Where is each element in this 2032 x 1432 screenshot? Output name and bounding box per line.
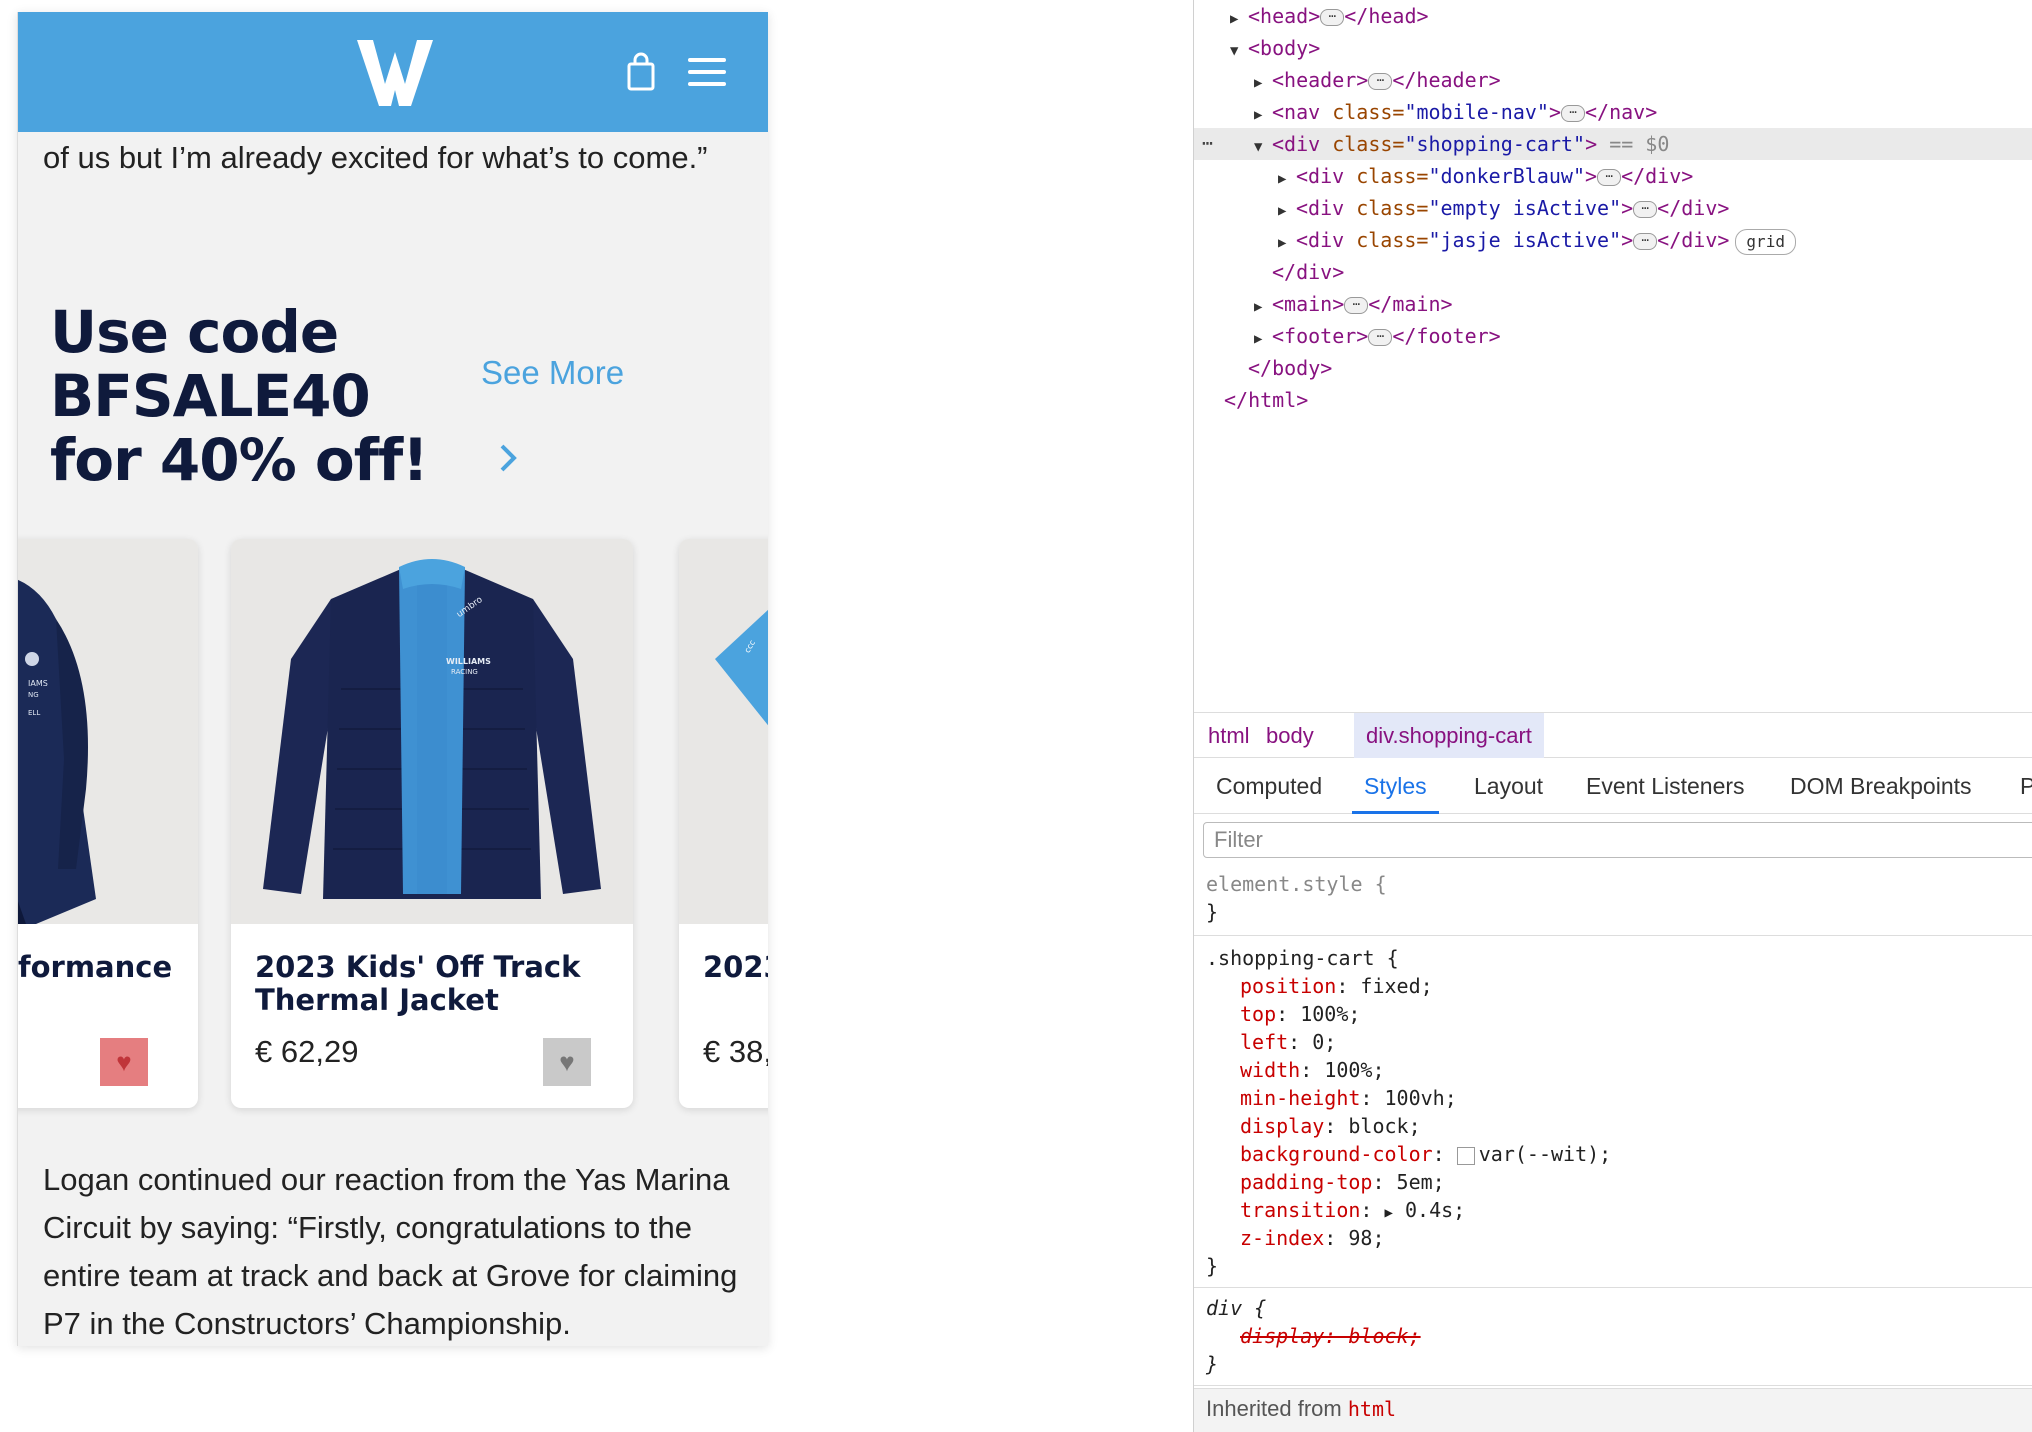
product-card[interactable]: ccc 2023 Jerse € 38, [679, 539, 768, 1108]
rule-selector[interactable]: .shopping-cart { [1206, 944, 1399, 972]
svg-text:WILLIAMS: WILLIAMS [446, 657, 491, 666]
tab-event-listeners[interactable]: Event Listeners [1586, 758, 1745, 814]
dom-node-html-close: </html> [1224, 388, 1309, 412]
hamburger-menu-icon[interactable] [688, 58, 726, 88]
breadcrumb: html body div.shopping-cart [1194, 712, 2032, 758]
dom-node-empty[interactable]: ▶ <div class="empty isActive"> ⋯ </div> [1194, 192, 2032, 224]
favorite-heart-icon[interactable]: ♥ [100, 1038, 148, 1086]
dom-node-donkerblauw[interactable]: ▶ <div class="donkerBlauw"> ⋯ </div> [1194, 160, 2032, 192]
tab-more[interactable]: P [2020, 758, 2032, 814]
declaration[interactable]: position: fixed; [1240, 972, 1433, 1000]
product-name[interactable]: 2023 Kids' Off Track Thermal Jacket [255, 951, 595, 1017]
expand-triangle-icon[interactable]: ▶ [1385, 1205, 1393, 1221]
dom-node-shopping-cart[interactable]: ⋯ ▼ <div class="shopping-cart"> == $0 [1194, 128, 2032, 160]
declaration[interactable]: top: 100%; [1240, 1000, 1360, 1028]
tab-styles[interactable]: Styles [1352, 758, 1439, 814]
screenshot: of us but I’m already excited for what’s… [0, 0, 2032, 1432]
declaration[interactable]: min-height: 100vh; [1240, 1084, 1457, 1112]
chevron-right-icon[interactable] [493, 440, 523, 476]
product-image: WILLIAMS RACING umbro [231, 539, 633, 924]
styles-filter-input[interactable]: Filter [1203, 822, 2032, 858]
breadcrumb-html[interactable]: html [1196, 713, 1262, 758]
see-more-link[interactable]: See More [481, 354, 624, 392]
breadcrumb-body[interactable]: body [1254, 713, 1326, 758]
dom-node-head[interactable]: ▶ <head> ⋯ </head> [1194, 0, 2032, 32]
product-price: € 38, [703, 1034, 768, 1069]
rule-shopping-cart: .shopping-cart { position: fixed; top: 1… [1194, 936, 2032, 1288]
dom-node-header[interactable]: ▶ <header> ⋯ </header> [1194, 64, 2032, 96]
inherited-from-label: Inherited from html [1206, 1396, 1397, 1421]
dom-node-body[interactable]: ▼ <body> [1194, 32, 2032, 64]
dom-node-footer[interactable]: ▶ <footer> ⋯ </footer> [1194, 320, 2032, 352]
breadcrumb-shopping-cart[interactable]: div.shopping-cart [1354, 713, 1544, 758]
dom-tree: ▶ <head> ⋯ </head> ▼ <body> ▶ <header> ⋯ </head… [1194, 0, 2032, 712]
svg-text:NG: NG [28, 691, 39, 699]
shopping-bag-icon[interactable] [626, 52, 656, 92]
declaration[interactable]: width: 100%; [1240, 1056, 1385, 1084]
declaration[interactable]: left: 0; [1240, 1028, 1336, 1056]
product-name[interactable]: formance [18, 951, 198, 984]
williams-logo-icon[interactable] [353, 34, 437, 110]
product-card[interactable]: IAMS NG ELL formance ♥ [18, 539, 198, 1108]
overridden-declaration[interactable]: display: block; [1240, 1322, 1421, 1350]
favorite-heart-icon[interactable]: ♥ [543, 1038, 591, 1086]
tab-dom-breakpoints[interactable]: DOM Breakpoints [1790, 758, 1972, 814]
rule-div: div { display: block; } [1194, 1288, 2032, 1386]
tab-computed[interactable]: Computed [1216, 758, 1322, 814]
product-card[interactable]: WILLIAMS RACING umbro 2023 Kids' Off Tra… [231, 539, 633, 1108]
article-paragraph: Logan continued our reaction from the Ya… [43, 1162, 738, 1341]
product-price: € 62,29 [255, 1034, 359, 1069]
promo-heading: Use code BFSALE40 for 40% off! [50, 298, 429, 494]
declaration[interactable]: display: block; [1240, 1112, 1421, 1140]
dom-node-main[interactable]: ▶ <main> ⋯ </main> [1194, 288, 2032, 320]
svg-text:ELL: ELL [28, 709, 40, 717]
tab-layout[interactable]: Layout [1474, 758, 1543, 814]
dom-node-body-close: </body> [1248, 356, 1333, 380]
rule-element-style: element.style { } [1194, 866, 2032, 936]
dom-node-jasje[interactable]: ▶ <div class="jasje isActive"> ⋯ </div> grid [1194, 224, 2032, 256]
mobile-viewport: of us but I’m already excited for what’s… [17, 12, 768, 1346]
inherited-tag[interactable]: html [1348, 1397, 1396, 1421]
article-quote-tail: of us but I’m already excited for what’s… [43, 140, 708, 175]
svg-text:IAMS: IAMS [28, 679, 48, 688]
site-header [18, 12, 768, 132]
grid-badge[interactable]: grid [1735, 229, 1796, 255]
declaration[interactable]: transition: ▶ 0.4s; [1240, 1196, 1465, 1224]
product-image: IAMS NG ELL [18, 539, 198, 924]
product-image: ccc [679, 539, 768, 924]
dom-node-div-close: </div> [1272, 260, 1345, 284]
devtools-panel: ▶ <head> ⋯ </head> ▼ <body> ▶ <header> ⋯ </head… [1193, 0, 2032, 1432]
devtools-tabs: Computed Styles Layout Event Listeners D… [1194, 758, 2032, 814]
declaration[interactable]: padding-top: 5em; [1240, 1168, 1445, 1196]
product-name[interactable]: 2023 Jerse [703, 951, 768, 984]
color-swatch-icon[interactable] [1456, 1146, 1475, 1165]
declaration[interactable]: background-color: var(--wit); [1240, 1140, 1611, 1168]
declaration[interactable]: z-index: 98; [1240, 1224, 1385, 1252]
svg-text:RACING: RACING [451, 668, 478, 676]
dom-node-nav[interactable]: ▶ <nav class="mobile-nav"> ⋯ </nav> [1194, 96, 2032, 128]
